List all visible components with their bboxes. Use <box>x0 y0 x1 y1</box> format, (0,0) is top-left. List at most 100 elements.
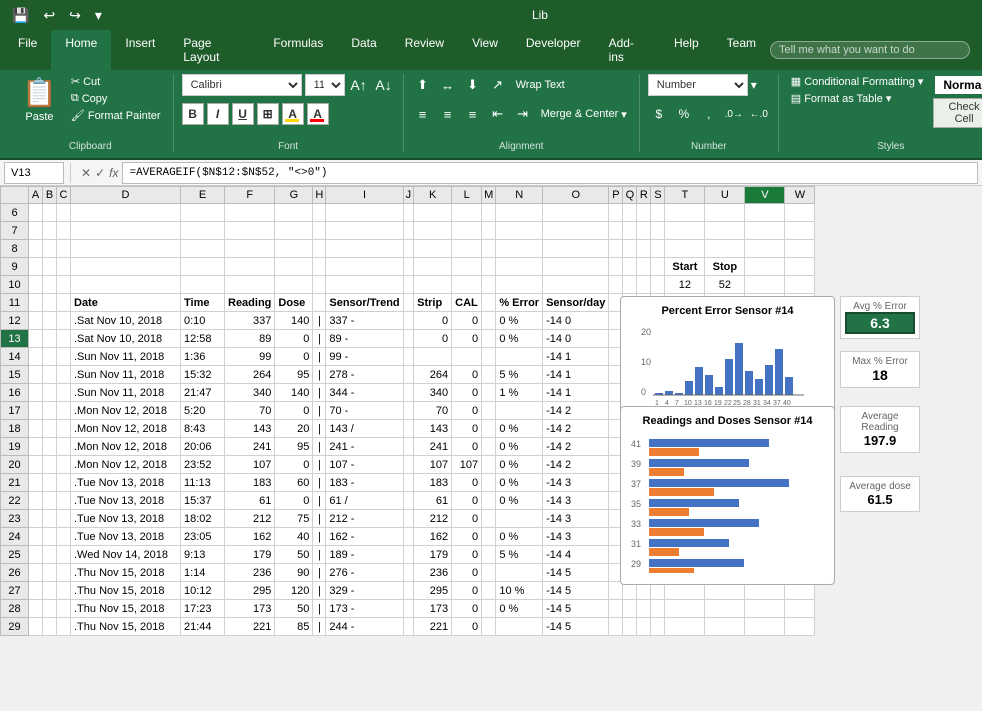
cell-6-c[interactable] <box>57 204 71 222</box>
align-bottom-button[interactable]: ⬇ <box>462 74 484 96</box>
cell-24-l[interactable]: 0 <box>452 528 482 546</box>
font-color-button[interactable]: A <box>307 103 329 125</box>
cell-27-f[interactable]: 295 <box>225 582 275 600</box>
cell-6-w[interactable] <box>785 204 815 222</box>
cell-15-o[interactable]: -14 1 <box>543 366 609 384</box>
cell-28-k[interactable]: 173 <box>414 600 452 618</box>
cell-29-n[interactable] <box>496 618 543 636</box>
bold-button[interactable]: B <box>182 103 204 125</box>
cell-6-v[interactable] <box>745 204 785 222</box>
cell-25-d[interactable]: .Wed Nov 14, 2018 <box>71 546 181 564</box>
cell-18-i[interactable]: 143 / <box>326 420 403 438</box>
italic-button[interactable]: I <box>207 103 229 125</box>
cell-19-o[interactable]: -14 2 <box>543 438 609 456</box>
formula-input[interactable] <box>122 162 978 184</box>
col-header-j[interactable]: J <box>403 187 414 204</box>
cell-16-i[interactable]: 344 - <box>326 384 403 402</box>
cell-21-l[interactable]: 0 <box>452 474 482 492</box>
cell-12-o[interactable]: -14 0 <box>543 312 609 330</box>
cell-24-f[interactable]: 162 <box>225 528 275 546</box>
tab-insert[interactable]: Insert <box>111 30 169 70</box>
decrease-indent-button[interactable]: ⇤ <box>487 103 509 125</box>
cell-18-o[interactable]: -14 2 <box>543 420 609 438</box>
cell-28-i[interactable]: 173 - <box>326 600 403 618</box>
cell-6-q[interactable] <box>623 204 637 222</box>
cell-15-g[interactable]: 95 <box>275 366 313 384</box>
cell-28-f[interactable]: 173 <box>225 600 275 618</box>
cell-25-g[interactable]: 50 <box>275 546 313 564</box>
cell-29-f[interactable]: 221 <box>225 618 275 636</box>
cell-15-k[interactable]: 264 <box>414 366 452 384</box>
cell-19-e[interactable]: 20:06 <box>181 438 225 456</box>
cell-21-k[interactable]: 183 <box>414 474 452 492</box>
cell-20-f[interactable]: 107 <box>225 456 275 474</box>
cell-9-t[interactable]: Start <box>665 258 705 276</box>
col-header-w[interactable]: W <box>785 187 815 204</box>
cell-21-o[interactable]: -14 3 <box>543 474 609 492</box>
cell-6-p[interactable] <box>609 204 623 222</box>
cell-19-k[interactable]: 241 <box>414 438 452 456</box>
decrease-decimal-button[interactable]: .0→ <box>723 103 745 125</box>
cell-7-a[interactable] <box>29 222 43 240</box>
cell-6-b[interactable] <box>43 204 57 222</box>
cell-18-f[interactable]: 143 <box>225 420 275 438</box>
cell-13-i[interactable]: 89 - <box>326 330 403 348</box>
cell-23-f[interactable]: 212 <box>225 510 275 528</box>
cell-16-o[interactable]: -14 1 <box>543 384 609 402</box>
cell-21-e[interactable]: 11:13 <box>181 474 225 492</box>
cell-26-k[interactable]: 236 <box>414 564 452 582</box>
cell-14-g[interactable]: 0 <box>275 348 313 366</box>
cell-21-i[interactable]: 183 - <box>326 474 403 492</box>
cell-25-e[interactable]: 9:13 <box>181 546 225 564</box>
cell-13-e[interactable]: 12:58 <box>181 330 225 348</box>
cell-12-n[interactable]: 0 % <box>496 312 543 330</box>
borders-button[interactable]: ⊞ <box>257 103 279 125</box>
cell-27-n[interactable]: 10 % <box>496 582 543 600</box>
fill-color-button[interactable]: A <box>282 103 304 125</box>
tab-page-layout[interactable]: Page Layout <box>169 30 259 70</box>
insert-function-icon[interactable]: fx <box>109 166 118 180</box>
cell-15-d[interactable]: .Sun Nov 11, 2018 <box>71 366 181 384</box>
cell-23-d[interactable]: .Tue Nov 13, 2018 <box>71 510 181 528</box>
cell-16-k[interactable]: 340 <box>414 384 452 402</box>
cell-27-g[interactable]: 120 <box>275 582 313 600</box>
cell-23-o[interactable]: -14 3 <box>543 510 609 528</box>
cell-18-n[interactable]: 0 % <box>496 420 543 438</box>
cell-16-f[interactable]: 340 <box>225 384 275 402</box>
cell-27-e[interactable]: 10:12 <box>181 582 225 600</box>
cell-25-o[interactable]: -14 4 <box>543 546 609 564</box>
cell-16-d[interactable]: .Sun Nov 11, 2018 <box>71 384 181 402</box>
cell-25-l[interactable]: 0 <box>452 546 482 564</box>
redo-icon[interactable]: ↪ <box>65 5 85 26</box>
cell-23-k[interactable]: 212 <box>414 510 452 528</box>
cell-25-f[interactable]: 179 <box>225 546 275 564</box>
cell-22-i[interactable]: 61 / <box>326 492 403 510</box>
cell-reference[interactable] <box>4 162 64 184</box>
cell-21-d[interactable]: .Tue Nov 13, 2018 <box>71 474 181 492</box>
col-header-d[interactable]: D <box>71 187 181 204</box>
cell-6-f[interactable] <box>225 204 275 222</box>
cell-21-n[interactable]: 0 % <box>496 474 543 492</box>
wrap-text-button[interactable]: Wrap Text <box>512 78 569 92</box>
cell-18-l[interactable]: 0 <box>452 420 482 438</box>
cell-14-d[interactable]: .Sun Nov 11, 2018 <box>71 348 181 366</box>
cell-20-e[interactable]: 23:52 <box>181 456 225 474</box>
cell-12-f[interactable]: 337 <box>225 312 275 330</box>
col-header-p[interactable]: P <box>609 187 623 204</box>
cell-26-e[interactable]: 1:14 <box>181 564 225 582</box>
cell-28-d[interactable]: .Thu Nov 15, 2018 <box>71 600 181 618</box>
cell-6-k[interactable] <box>414 204 452 222</box>
cell-12-g[interactable]: 140 <box>275 312 313 330</box>
cell-11-n[interactable]: % Error <box>496 294 543 312</box>
cell-12-l[interactable]: 0 <box>452 312 482 330</box>
cell-23-l[interactable]: 0 <box>452 510 482 528</box>
col-header-e[interactable]: E <box>181 187 225 204</box>
cell-6-a[interactable] <box>29 204 43 222</box>
tab-review[interactable]: Review <box>391 30 458 70</box>
cell-6-e[interactable] <box>181 204 225 222</box>
comma-button[interactable]: , <box>698 103 720 125</box>
align-top-button[interactable]: ⬆ <box>412 74 434 96</box>
cell-24-o[interactable]: -14 3 <box>543 528 609 546</box>
cell-28-g[interactable]: 50 <box>275 600 313 618</box>
cell-11-i[interactable]: Sensor/Trend <box>326 294 403 312</box>
